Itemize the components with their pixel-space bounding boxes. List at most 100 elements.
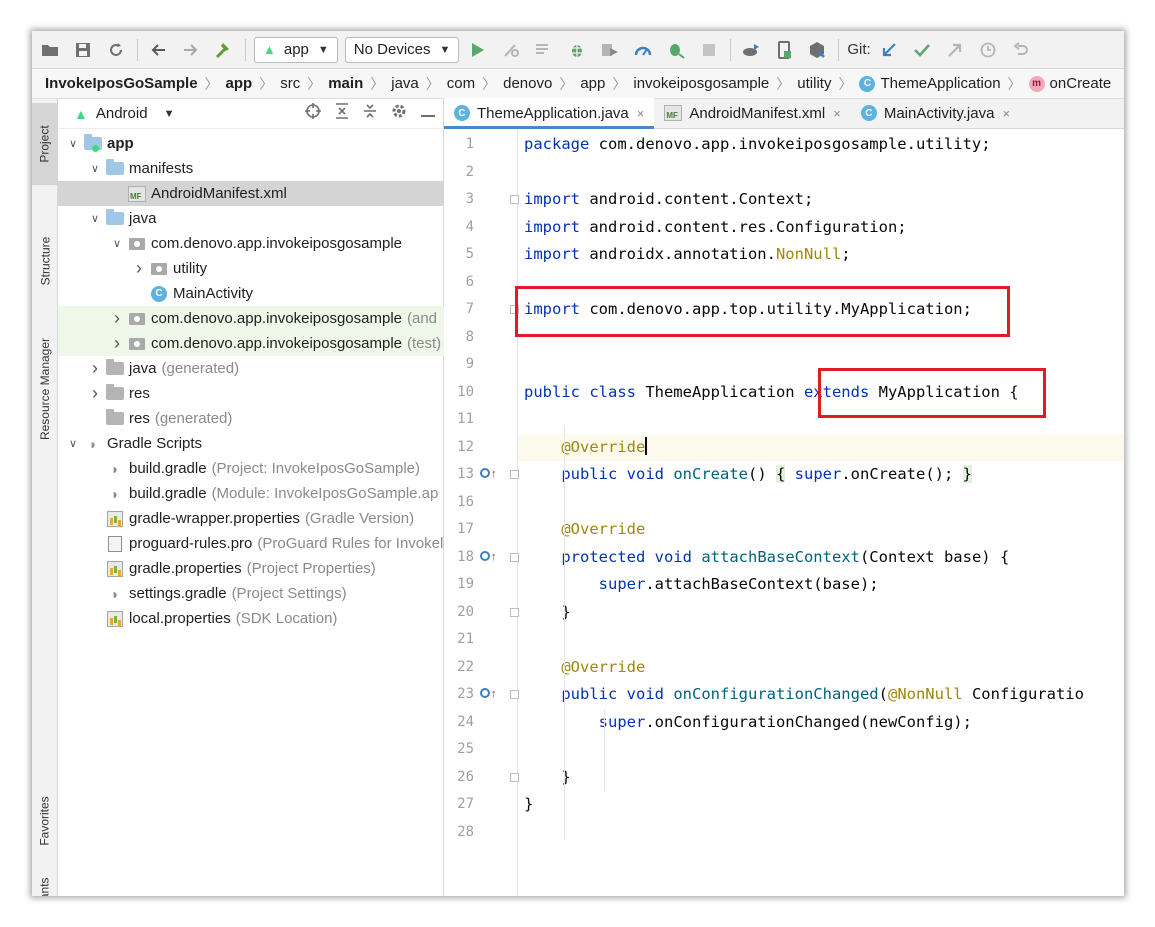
chevron-down-icon[interactable]: ▼	[164, 108, 175, 120]
gear-icon[interactable]	[391, 103, 407, 124]
tool-tab-project[interactable]: Project	[32, 103, 58, 185]
tree-item[interactable]: gradle.properties (Project Properties)	[58, 556, 444, 581]
chevron-down-icon[interactable]: ∨	[110, 237, 124, 250]
tree-item[interactable]: proguard-rules.pro (ProGuard Rules for In…	[58, 531, 444, 556]
save-icon[interactable]	[71, 38, 95, 62]
chevron-right-icon[interactable]: ›	[88, 358, 102, 379]
tree-item-icon-wrap: C	[150, 285, 168, 302]
text-file-icon	[108, 535, 122, 552]
breadcrumb-item[interactable]: src	[280, 75, 300, 92]
run-with-coverage-icon[interactable]	[598, 38, 622, 62]
git-push-icon[interactable]	[943, 38, 967, 62]
locate-icon[interactable]	[305, 103, 321, 124]
debug-icon[interactable]	[565, 38, 589, 62]
tree-item[interactable]: ∨ java	[58, 206, 444, 231]
tree-item-icon-wrap: ◗	[84, 436, 102, 452]
expand-all-icon[interactable]	[335, 103, 349, 124]
close-icon[interactable]: ×	[1002, 106, 1010, 121]
stop-icon[interactable]	[697, 38, 721, 62]
breadcrumb-item[interactable]: com	[447, 75, 475, 92]
tree-item[interactable]: › com.denovo.app.invokeiposgosample (test)	[58, 331, 444, 356]
chevron-right-icon[interactable]: ›	[110, 333, 124, 354]
breadcrumb-item[interactable]: utility	[797, 75, 831, 92]
device-manager-icon[interactable]	[772, 38, 796, 62]
tree-item-label: Gradle Scripts	[107, 435, 203, 452]
apply-changes-icon[interactable]	[499, 38, 523, 62]
breadcrumb-item[interactable]: java	[391, 75, 419, 92]
tree-item[interactable]: › java (generated)	[58, 356, 444, 381]
chevron-down-icon[interactable]: ∨	[66, 437, 80, 450]
tree-item[interactable]: ∨ manifests	[58, 156, 444, 181]
open-folder-icon[interactable]	[38, 38, 62, 62]
tree-item[interactable]: › utility	[58, 256, 444, 281]
history-icon[interactable]	[976, 38, 1000, 62]
breadcrumb-item[interactable]: main	[328, 75, 363, 92]
code-area[interactable]: package com.denovo.app.invokeiposgosampl…	[515, 130, 1124, 896]
breadcrumb-item[interactable]: app	[580, 75, 605, 92]
breadcrumb-item[interactable]: app	[226, 75, 253, 92]
tree-item[interactable]: local.properties (SDK Location)	[58, 606, 444, 631]
tree-item[interactable]: res (generated)	[58, 406, 444, 431]
git-update-icon[interactable]	[877, 38, 901, 62]
git-commit-icon[interactable]	[910, 38, 934, 62]
project-view-selector[interactable]: Android	[96, 105, 148, 122]
chevron-right-icon[interactable]: ›	[132, 258, 146, 279]
device-selector[interactable]: No Devices ▼	[344, 36, 460, 63]
tool-tab-variants[interactable]: Variants	[32, 869, 58, 896]
tool-tab-structure[interactable]: Structure	[32, 211, 58, 311]
minimize-icon[interactable]	[421, 105, 435, 123]
line-number: 4	[465, 218, 474, 235]
line-number: 7	[465, 301, 474, 317]
code-line: @Override	[518, 433, 1124, 461]
tree-item[interactable]: MF AndroidManifest.xml	[58, 181, 444, 206]
tree-item[interactable]: › com.denovo.app.invokeiposgosample (and	[58, 306, 444, 331]
close-icon[interactable]: ×	[637, 106, 645, 121]
tree-item[interactable]: ◗ build.gradle (Module: InvokeIposGoSample…	[58, 481, 444, 506]
attach-debugger-icon[interactable]	[664, 38, 688, 62]
chevron-down-icon[interactable]: ∨	[66, 137, 80, 150]
tree-item[interactable]: ∨ ◗ Gradle Scripts	[58, 431, 444, 456]
sync-icon[interactable]	[104, 38, 128, 62]
toolbar-separator	[730, 38, 732, 61]
breadcrumb-item[interactable]: InvokeIposGoSample	[45, 75, 198, 92]
forward-icon[interactable]	[179, 38, 203, 62]
profile-icon[interactable]	[631, 38, 655, 62]
tree-item[interactable]: ◗ build.gradle (Project: InvokeIposGoSampl…	[58, 456, 444, 481]
close-icon[interactable]: ×	[833, 106, 841, 121]
editor-tab-mainactivity-java[interactable]: C MainActivity.java ×	[851, 98, 1020, 128]
run-icon[interactable]	[466, 38, 490, 62]
chevron-right-icon[interactable]: ›	[110, 308, 124, 329]
tree-item[interactable]: ◗ settings.gradle (Project Settings)	[58, 581, 444, 606]
editor-tab-themeapplication-java[interactable]: C ThemeApplication.java ×	[444, 98, 655, 129]
chevron-down-icon[interactable]: ∨	[88, 212, 102, 225]
run-config-selector[interactable]: ▲ app ▼	[254, 36, 338, 63]
chevron-down-icon[interactable]: ∨	[88, 162, 102, 175]
breadcrumb-item[interactable]: ThemeApplication	[880, 75, 1000, 92]
tool-tab-project-label: Project	[38, 125, 53, 163]
tree-item[interactable]: C MainActivity	[58, 281, 444, 306]
build-hammer-icon[interactable]	[212, 38, 236, 62]
apply-code-changes-icon[interactable]	[532, 38, 556, 62]
override-marker-icon[interactable]: ↑	[480, 461, 497, 488]
override-marker-icon[interactable]: ↑	[480, 681, 497, 708]
rollback-icon[interactable]	[1009, 38, 1033, 62]
breadcrumb-item[interactable]: invokeiposgosample	[633, 75, 769, 92]
class-icon: C	[454, 105, 470, 121]
folder-icon	[106, 159, 124, 175]
line-number: 20	[457, 603, 474, 620]
chevron-right-icon[interactable]: ›	[88, 383, 102, 404]
sdk-manager-icon[interactable]	[805, 38, 829, 62]
tree-item[interactable]: ∨ com.denovo.app.invokeiposgosample	[58, 231, 444, 256]
back-icon[interactable]	[146, 38, 170, 62]
breadcrumb-item[interactable]: onCreate	[1050, 75, 1112, 92]
tool-tab-favorites[interactable]: Favorites	[32, 781, 58, 861]
sync-gradle-icon[interactable]	[739, 38, 763, 62]
tree-item[interactable]: gradle-wrapper.properties (Gradle Version…	[58, 506, 444, 531]
tree-item[interactable]: › res	[58, 381, 444, 406]
editor-tab-androidmanifest-xml[interactable]: MF AndroidManifest.xml ×	[654, 98, 850, 128]
collapse-all-icon[interactable]	[363, 103, 377, 124]
breadcrumb-item[interactable]: denovo	[503, 75, 552, 92]
tree-item[interactable]: ∨ app	[58, 131, 444, 156]
tool-tab-resource-manager[interactable]: Resource Manager	[32, 321, 58, 457]
override-marker-icon[interactable]: ↑	[480, 544, 497, 571]
